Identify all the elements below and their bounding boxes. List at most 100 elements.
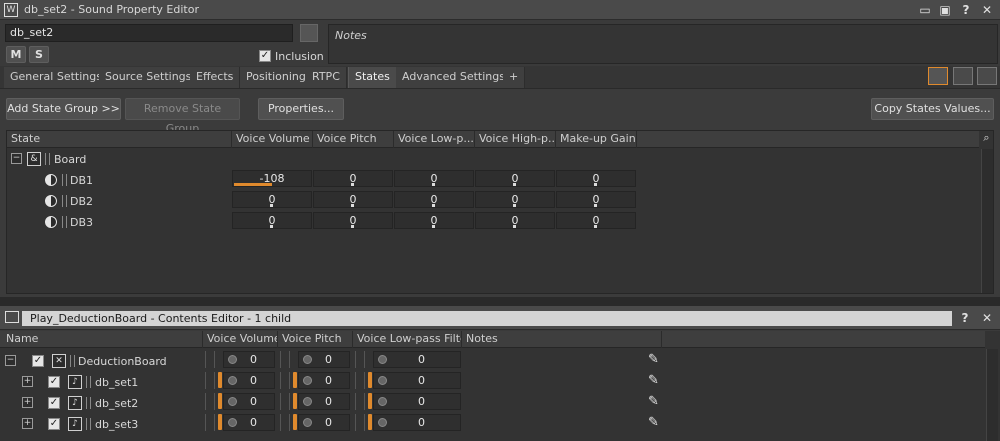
fader-track bbox=[280, 393, 290, 410]
close-icon[interactable]: ✕ bbox=[978, 1, 996, 19]
tab-rtpc[interactable]: RTPC bbox=[306, 67, 347, 88]
db1-voice-pitch[interactable]: 0 bbox=[313, 170, 393, 187]
tab-effects[interactable]: Effects bbox=[190, 67, 241, 88]
pencil-icon[interactable]: ✎ bbox=[648, 373, 659, 388]
pick-object-icon[interactable] bbox=[300, 24, 318, 42]
help-icon[interactable]: ? bbox=[956, 309, 974, 327]
col-voice-pitch[interactable]: Voice Pitch bbox=[278, 331, 353, 348]
row-checkbox[interactable]: ✓ bbox=[48, 397, 60, 409]
db3-voice-lowpass[interactable]: 0 bbox=[394, 212, 474, 229]
row-volume[interactable]: 0 bbox=[223, 351, 275, 368]
tab-advanced-settings[interactable]: Advanced Settings bbox=[396, 67, 512, 88]
row-volume[interactable]: 0 bbox=[223, 372, 275, 389]
tab-general-settings[interactable]: General Settings bbox=[4, 67, 109, 88]
db3-voice-pitch[interactable]: 0 bbox=[313, 212, 393, 229]
col-name[interactable]: Name bbox=[2, 331, 203, 348]
add-state-group-button[interactable]: Add State Group >> bbox=[6, 98, 121, 120]
pencil-icon[interactable]: ✎ bbox=[648, 352, 659, 367]
close-icon[interactable]: ✕ bbox=[978, 309, 996, 327]
tab-source-settings[interactable]: Source Settings bbox=[99, 67, 199, 88]
save-icon[interactable]: ▣ bbox=[936, 1, 954, 19]
row-checkbox[interactable]: ✓ bbox=[48, 418, 60, 430]
row-pitch[interactable]: 0 bbox=[298, 372, 350, 389]
db1-makeup-gain[interactable]: 0 bbox=[556, 170, 636, 187]
state-group-icon: & bbox=[27, 152, 41, 166]
fader-track bbox=[355, 351, 365, 368]
col-voice-volume[interactable]: Voice Volume bbox=[203, 331, 278, 348]
tab-add[interactable]: + bbox=[503, 67, 526, 88]
row-checkbox[interactable]: ✓ bbox=[48, 376, 60, 388]
row-pitch[interactable]: 0 bbox=[298, 414, 350, 431]
collapse-board-icon[interactable]: − bbox=[11, 153, 22, 164]
col-voice-lowpass[interactable]: Voice Low-p... bbox=[394, 131, 475, 148]
db2-voice-lowpass[interactable]: 0 bbox=[394, 191, 474, 208]
db3-voice-highpass[interactable]: 0 bbox=[475, 212, 555, 229]
search-icon[interactable]: ⌕ bbox=[979, 131, 994, 147]
fader-handle[interactable] bbox=[368, 414, 372, 430]
col-makeup-gain[interactable]: Make-up Gain bbox=[556, 131, 637, 148]
fader-handle[interactable] bbox=[293, 372, 297, 388]
row-volume[interactable]: 0 bbox=[223, 393, 275, 410]
folder-icon[interactable]: ▭ bbox=[916, 1, 934, 19]
fader-handle[interactable] bbox=[218, 414, 222, 430]
col-voice-volume[interactable]: Voice Volume bbox=[232, 131, 313, 148]
tab-states[interactable]: States bbox=[348, 67, 397, 88]
db1-voice-volume[interactable]: -108 bbox=[232, 170, 312, 187]
db3-voice-volume[interactable]: 0 bbox=[232, 212, 312, 229]
sound-icon: ♪ bbox=[68, 417, 82, 431]
row-lpf[interactable]: 0 bbox=[373, 414, 461, 431]
tab-positioning[interactable]: Positioning bbox=[240, 67, 313, 88]
col-voice-lowpass-filter[interactable]: Voice Low-pass Filter bbox=[353, 331, 462, 348]
db2-voice-pitch[interactable]: 0 bbox=[313, 191, 393, 208]
panel-splitter[interactable] bbox=[0, 297, 1000, 306]
row-pitch[interactable]: 0 bbox=[298, 351, 350, 368]
fader-track bbox=[205, 414, 215, 431]
contents-scrollbar[interactable] bbox=[986, 349, 998, 441]
solo-button[interactable]: S bbox=[29, 46, 49, 63]
state-label-db1: DB1 bbox=[70, 174, 94, 187]
properties-button[interactable]: Properties... bbox=[258, 98, 344, 120]
row-volume[interactable]: 0 bbox=[223, 414, 275, 431]
wwise-logo-icon: W bbox=[4, 3, 18, 17]
col-voice-pitch[interactable]: Voice Pitch bbox=[313, 131, 394, 148]
expand-icon[interactable]: + bbox=[22, 397, 33, 408]
col-notes[interactable]: Notes bbox=[462, 331, 662, 348]
copy-states-values-button[interactable]: Copy States Values... bbox=[871, 98, 994, 120]
fader-handle[interactable] bbox=[293, 414, 297, 430]
row-lpf[interactable]: 0 bbox=[373, 393, 461, 410]
collapse-icon[interactable]: − bbox=[5, 355, 16, 366]
pencil-icon[interactable]: ✎ bbox=[648, 415, 659, 430]
db2-voice-volume[interactable]: 0 bbox=[232, 191, 312, 208]
states-scrollbar[interactable] bbox=[981, 149, 993, 293]
object-name-field[interactable]: db_set2 bbox=[5, 24, 293, 42]
fader-handle[interactable] bbox=[368, 372, 372, 388]
db1-voice-lowpass[interactable]: 0 bbox=[394, 170, 474, 187]
fader-handle[interactable] bbox=[293, 393, 297, 409]
db1-voice-highpass[interactable]: 0 bbox=[475, 170, 555, 187]
db2-makeup-gain[interactable]: 0 bbox=[556, 191, 636, 208]
inclusion-checkbox[interactable]: ✓ bbox=[259, 50, 271, 62]
db2-voice-highpass[interactable]: 0 bbox=[475, 191, 555, 208]
notes-field[interactable]: Notes bbox=[328, 24, 998, 64]
volume-level-bar bbox=[234, 183, 272, 186]
row-checkbox[interactable]: ✓ bbox=[32, 355, 44, 367]
remove-state-group-button[interactable]: Remove State Group bbox=[125, 98, 240, 135]
col-state[interactable]: State bbox=[7, 131, 232, 148]
db3-makeup-gain[interactable]: 0 bbox=[556, 212, 636, 229]
expand-icon[interactable]: + bbox=[22, 376, 33, 387]
fader-handle[interactable] bbox=[368, 393, 372, 409]
help-icon[interactable]: ? bbox=[957, 1, 975, 19]
layout-single-icon[interactable] bbox=[928, 67, 948, 85]
mute-button[interactable]: M bbox=[6, 46, 26, 63]
row-lpf[interactable]: 0 bbox=[373, 351, 461, 368]
expand-icon[interactable]: + bbox=[22, 418, 33, 429]
layout-split-icon[interactable] bbox=[953, 67, 973, 85]
pencil-icon[interactable]: ✎ bbox=[648, 394, 659, 409]
col-voice-highpass[interactable]: Voice High-p... bbox=[475, 131, 556, 148]
row-name: DeductionBoard bbox=[78, 355, 167, 368]
row-pitch[interactable]: 0 bbox=[298, 393, 350, 410]
row-lpf[interactable]: 0 bbox=[373, 372, 461, 389]
layout-stack-icon[interactable] bbox=[977, 67, 997, 85]
fader-handle[interactable] bbox=[218, 372, 222, 388]
fader-handle[interactable] bbox=[218, 393, 222, 409]
